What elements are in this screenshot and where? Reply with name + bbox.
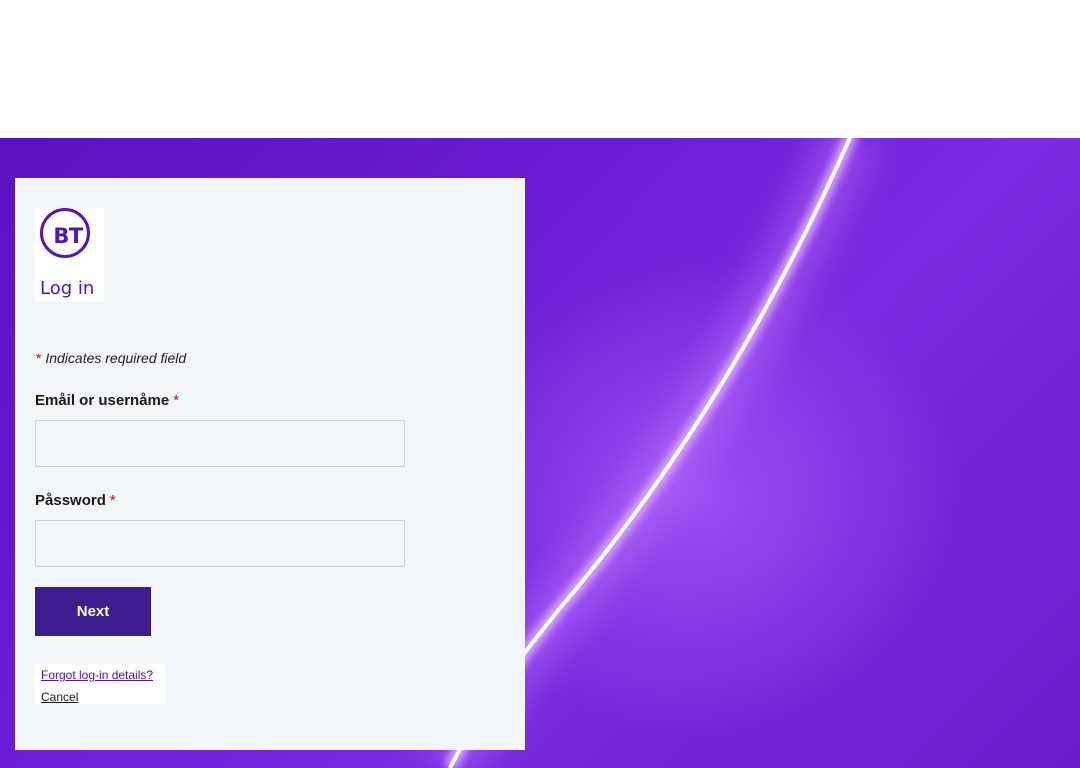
email-input[interactable] [35,420,405,467]
password-required-marker: * [109,492,116,509]
next-button[interactable]: Next [35,587,151,636]
brand-block: BT Log in [35,208,104,302]
email-label-text: Emåil or usernåme [35,392,170,409]
password-label-text: Påssword [35,492,106,509]
bt-logo-text: BT [53,224,83,248]
bt-logo: BT [40,208,90,258]
password-label: Påssword * [35,492,116,509]
page-title: Log in [40,278,95,299]
forgot-login-link[interactable]: Forgot log-in details? [41,668,153,682]
email-label: Emåil or usernåme * [35,392,179,409]
login-page: BT Log in * Indicates required field Emå… [0,0,1080,768]
required-marker: * [36,350,42,366]
cancel-link[interactable]: Cancel [41,690,78,704]
password-input[interactable] [35,520,405,567]
required-field-note: * Indicates required field [36,350,186,366]
help-links: Forgot log-in details? Cancel [35,664,165,704]
required-note-text: Indicates required field [45,350,187,366]
email-required-marker: * [173,392,180,409]
